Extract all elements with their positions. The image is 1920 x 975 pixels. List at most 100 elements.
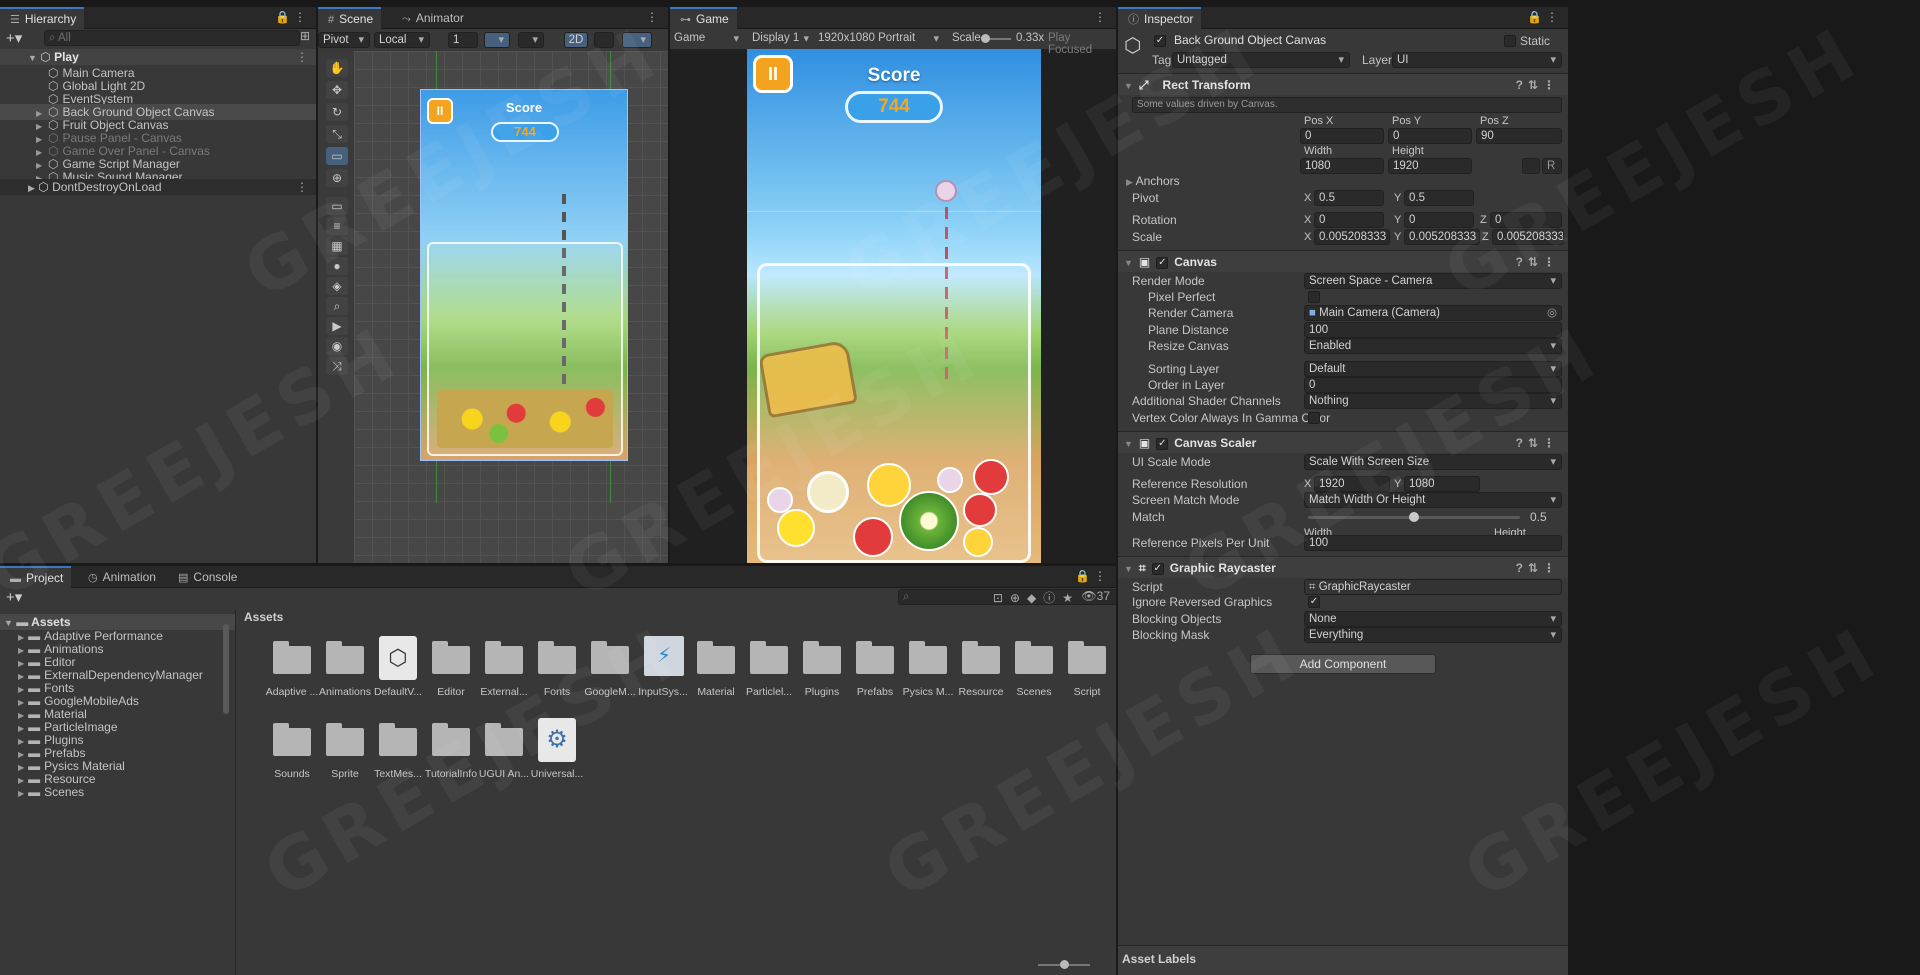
asset-item[interactable]: Pysics M...	[898, 626, 958, 702]
layers-icon[interactable]: ◈	[326, 277, 348, 295]
pixel-perfect-checkbox[interactable]	[1308, 291, 1320, 303]
pos-y-field[interactable]: 0	[1388, 128, 1472, 144]
render-mode-dropdown[interactable]: Screen Space - Camera	[1304, 273, 1562, 289]
rect-select-icon[interactable]: ▭	[326, 197, 348, 215]
ref-x-field[interactable]: 1920	[1314, 476, 1390, 492]
game-view[interactable]: II Score 744	[747, 49, 1041, 563]
match-slider[interactable]	[1308, 512, 1520, 522]
pos-z-field[interactable]: 90	[1476, 128, 1562, 144]
tab-scene[interactable]: # Scene	[318, 7, 382, 29]
rotate-tool-icon[interactable]: ↻	[326, 103, 348, 121]
scale-x-field[interactable]: 0.005208333	[1314, 229, 1390, 245]
shuffle-icon[interactable]: ⤨	[326, 357, 348, 375]
hand-tool-icon[interactable]: ✋	[326, 59, 348, 77]
resolution-dropdown[interactable]: 1920x1080 Portrait	[818, 32, 944, 45]
width-field[interactable]: 1080	[1300, 158, 1384, 174]
asset-item[interactable]: UGUI An...	[474, 708, 534, 784]
anchors-foldout[interactable]: ▶ Anchors	[1126, 174, 1180, 188]
asset-tree-item[interactable]: ▶ ▬ Scenes	[0, 786, 235, 799]
raycaster-enabled-checkbox[interactable]: ✓	[1151, 562, 1164, 575]
tab-project[interactable]: ▬ Project	[0, 566, 72, 588]
expand-arrow-icon[interactable]: ▶	[18, 646, 24, 655]
tab-animation[interactable]: ◷ Animation	[78, 566, 164, 588]
snap-toggle[interactable]	[518, 32, 544, 48]
scale-slider[interactable]	[981, 34, 1011, 43]
eye-icon[interactable]: ◉	[326, 337, 348, 355]
asset-item[interactable]: Adaptive ...	[262, 626, 322, 702]
asset-item[interactable]: Editor	[421, 626, 481, 702]
asset-item[interactable]: Plugins	[792, 626, 852, 702]
asset-item[interactable]: Scenes	[1004, 626, 1064, 702]
tab-hierarchy[interactable]: ☰ Hierarchy	[0, 7, 85, 29]
shader-channels-dropdown[interactable]: Nothing	[1304, 393, 1562, 409]
component-menu-icons[interactable]: ?⇅⋮	[1516, 251, 1560, 273]
static-checkbox[interactable]	[1504, 35, 1516, 47]
camera-icon[interactable]: ▶	[326, 317, 348, 335]
asset-item[interactable]: ⚡ InputSys...	[633, 626, 693, 702]
lighting-toggle[interactable]	[594, 32, 614, 48]
graphic-raycaster-header[interactable]: ▼ ⌗ ✓ Graphic Raycaster ?⇅⋮	[1118, 556, 1568, 578]
expand-arrow-icon[interactable]: ▶	[18, 659, 24, 668]
expand-arrow-icon[interactable]: ▶	[18, 737, 24, 746]
blueprint-button[interactable]	[1522, 158, 1540, 174]
expand-arrow-icon[interactable]: ▶	[18, 672, 24, 681]
search-options-icon[interactable]: ⊞	[300, 29, 310, 43]
circle-icon[interactable]: ●	[326, 257, 348, 275]
canvas-enabled-checkbox[interactable]: ✓	[1156, 256, 1169, 269]
asset-item[interactable]: Sounds	[262, 708, 322, 784]
match-value[interactable]: 0.5	[1530, 510, 1547, 524]
expand-arrow-icon[interactable]: ▶	[18, 776, 24, 785]
asset-labels-bar[interactable]: Asset Labels	[1118, 945, 1568, 975]
ui-scale-mode-dropdown[interactable]: Scale With Screen Size	[1304, 454, 1562, 470]
sorting-layer-dropdown[interactable]: Default	[1304, 361, 1562, 377]
active-checkbox[interactable]: ✓	[1154, 35, 1166, 47]
raw-edit-button[interactable]: R	[1542, 158, 1562, 174]
ignore-reversed-checkbox[interactable]: ✓	[1308, 596, 1320, 608]
asset-item[interactable]: External...	[474, 626, 534, 702]
match-slider-knob[interactable]	[1409, 512, 1419, 522]
scene-canvas-preview[interactable]: II Score 744	[420, 89, 628, 461]
asset-item[interactable]: Script	[1057, 626, 1116, 702]
asset-item[interactable]: TextMes...	[368, 708, 428, 784]
asset-item[interactable]: Prefabs	[845, 626, 905, 702]
expand-arrow-icon[interactable]: ▶	[18, 711, 24, 720]
tab-game[interactable]: ⊶ Game	[670, 7, 737, 29]
grid-snap-input[interactable]: 1	[448, 32, 478, 48]
expand-arrow-icon[interactable]: ▶	[18, 633, 24, 642]
asset-item[interactable]: Settings	[1110, 626, 1116, 702]
scale-y-field[interactable]: 0.005208333	[1404, 229, 1480, 245]
icon-size-slider[interactable]	[1038, 960, 1090, 969]
rot-z-field[interactable]: 0	[1490, 212, 1562, 228]
grid-move-icon[interactable]: ▦	[326, 237, 348, 255]
hierarchy-menu-icons[interactable]: 🔒⋮	[275, 10, 310, 24]
tab-inspector[interactable]: ⓘ Inspector	[1118, 7, 1202, 29]
blocking-mask-dropdown[interactable]: Everything	[1304, 627, 1562, 643]
asset-item[interactable]: Particlel...	[739, 626, 799, 702]
scene-row[interactable]: ▼ ⬡ Play ⋮	[0, 49, 316, 65]
pivot-dropdown[interactable]: Pivot	[318, 32, 370, 48]
asset-item[interactable]: ⬡ DefaultV...	[368, 626, 428, 702]
expand-arrow-icon[interactable]: ▶	[18, 789, 24, 798]
transform-tool-icon[interactable]: ⊕	[326, 169, 348, 187]
game-mode-dropdown[interactable]: Game	[674, 32, 744, 45]
scene-menu-icon[interactable]: ⋮	[646, 10, 662, 24]
asset-item[interactable]: Resource	[951, 626, 1011, 702]
component-menu-icons[interactable]: ?⇅⋮	[1516, 557, 1560, 579]
game-menu-icon[interactable]: ⋮	[1094, 10, 1110, 24]
tag-dropdown[interactable]: Untagged	[1172, 52, 1350, 68]
order-in-layer-field[interactable]: 0	[1304, 377, 1562, 393]
tab-console[interactable]: ▤ Console	[168, 566, 245, 588]
resize-canvas-dropdown[interactable]: Enabled	[1304, 338, 1562, 354]
expand-arrow-icon[interactable]: ▶	[18, 763, 24, 772]
grid-toggle[interactable]	[484, 32, 510, 48]
display-dropdown[interactable]: Display 1	[752, 32, 814, 45]
assets-root[interactable]: ▼ ▬ Assets	[0, 614, 235, 630]
scale-tool-icon[interactable]: ⤡	[326, 125, 348, 143]
pivot-x-field[interactable]: 0.5	[1314, 190, 1384, 206]
gizmos-dropdown[interactable]	[622, 32, 652, 48]
reference-ppu-field[interactable]: 100	[1304, 535, 1562, 551]
height-field[interactable]: 1920	[1388, 158, 1472, 174]
vertex-color-checkbox[interactable]	[1308, 412, 1320, 424]
create-asset-icon[interactable]: +▾	[6, 588, 22, 606]
filter-icons[interactable]: ⊡⊕◆ⓘ★	[993, 589, 1080, 606]
